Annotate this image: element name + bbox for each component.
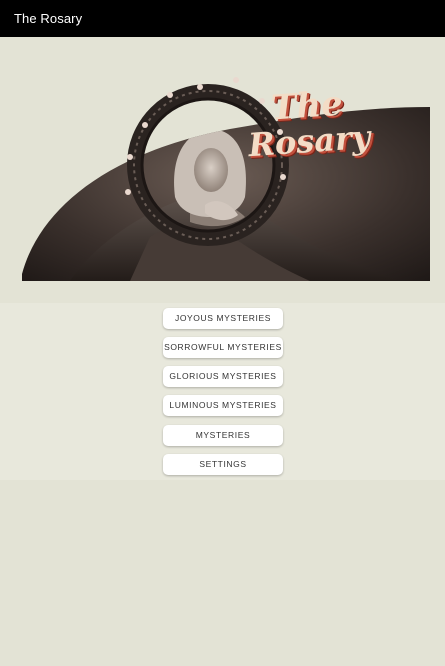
madonna-image xyxy=(22,77,430,281)
menu-panel: JOYOUS MYSTERIES SORROWFUL MYSTERIES GLO… xyxy=(0,303,445,480)
app-bar: The Rosary xyxy=(0,0,445,37)
sorrowful-mysteries-button[interactable]: SORROWFUL MYSTERIES xyxy=(163,337,283,358)
app-title: The Rosary xyxy=(14,11,83,26)
glorious-mysteries-button[interactable]: GLORIOUS MYSTERIES xyxy=(163,366,283,387)
main-content: The Rosary JOYOUS MYSTERIES SORROWFUL MY… xyxy=(0,37,445,666)
hero-title-line2: Rosary xyxy=(247,117,372,165)
mysteries-button[interactable]: MYSTERIES xyxy=(163,425,283,446)
hero-banner: The Rosary xyxy=(0,37,445,303)
settings-button[interactable]: SETTINGS xyxy=(163,454,283,475)
hero-title: The Rosary xyxy=(236,84,380,165)
luminous-mysteries-button[interactable]: LUMINOUS MYSTERIES xyxy=(163,395,283,416)
joyous-mysteries-button[interactable]: JOYOUS MYSTERIES xyxy=(163,308,283,329)
